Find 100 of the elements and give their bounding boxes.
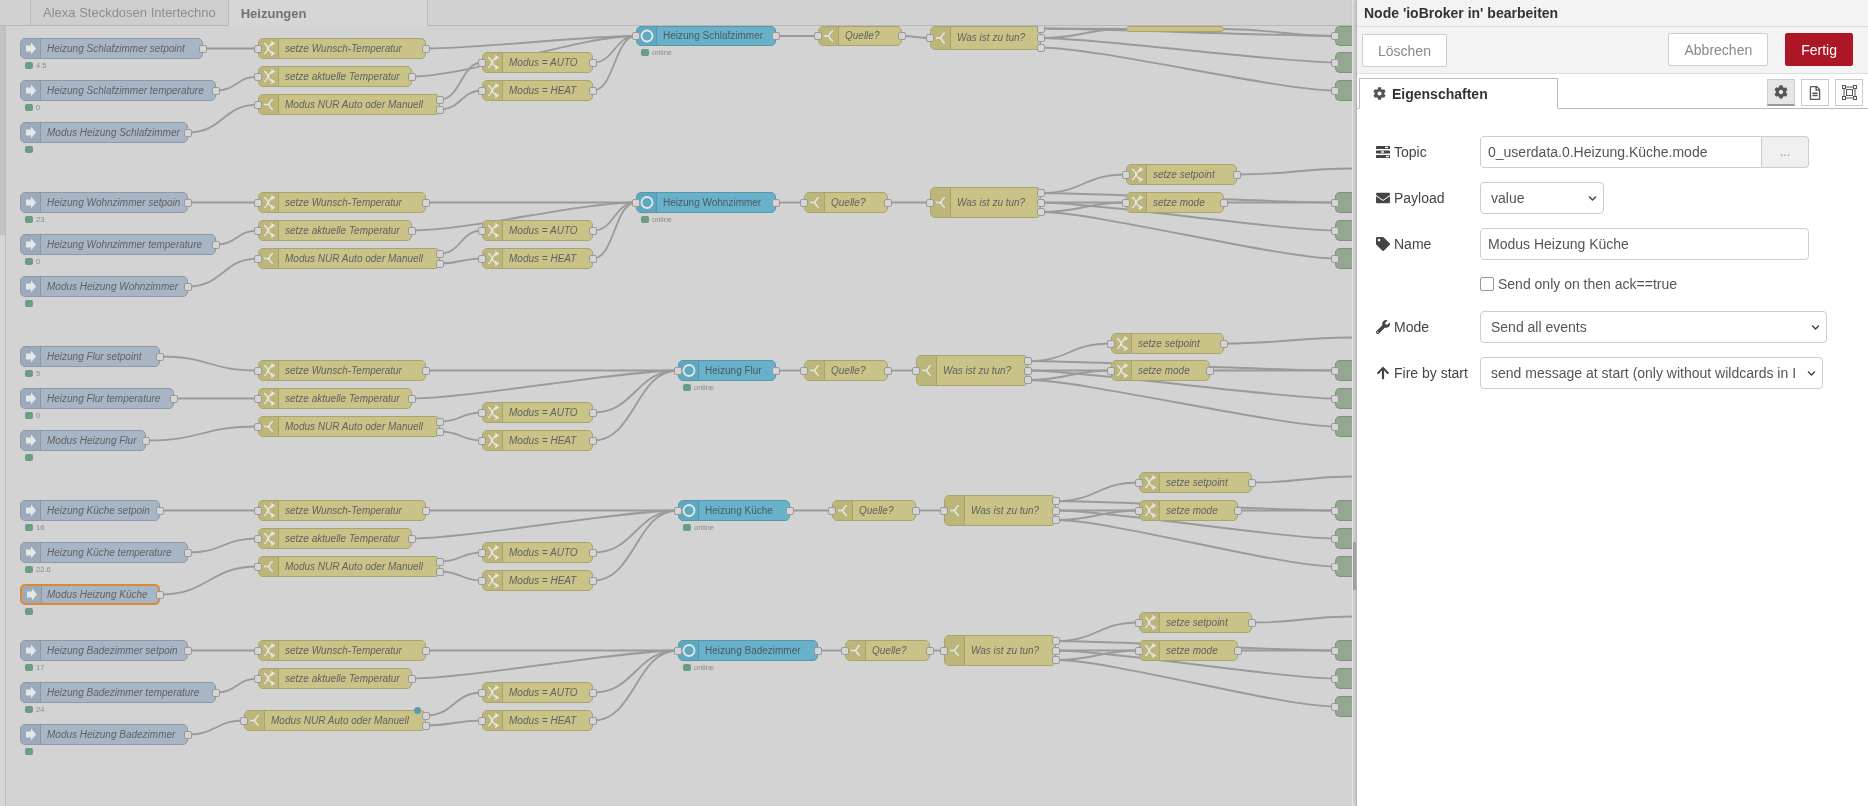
topic-input[interactable]: 0_userdata.0.Heizung.Küche.mode <box>1480 136 1762 168</box>
port-handle[interactable] <box>926 198 934 207</box>
port-handle[interactable] <box>199 44 207 53</box>
switch-node[interactable]: Quelle? <box>832 500 916 521</box>
switch-node[interactable]: Was ist zu tun? <box>944 495 1056 526</box>
port-handle[interactable] <box>589 86 597 95</box>
input-node[interactable]: Heizung Flur temperature <box>20 388 174 409</box>
flow-tab[interactable]: Heizungen <box>227 0 428 26</box>
resize-handle[interactable] <box>1353 542 1356 590</box>
port-handle[interactable] <box>408 394 416 403</box>
port-handle[interactable] <box>674 366 682 375</box>
change-node[interactable]: setze setpoint <box>1111 333 1224 354</box>
port-handle[interactable] <box>1331 254 1339 263</box>
change-node[interactable]: setze Wunsch-Temperatur <box>258 192 426 213</box>
change-node[interactable]: setze mode <box>1139 500 1238 521</box>
port-handle[interactable] <box>478 408 486 417</box>
port-handle[interactable] <box>772 198 780 207</box>
port-handle[interactable] <box>254 674 262 683</box>
port-handle[interactable] <box>254 44 262 53</box>
port-handle[interactable] <box>1331 366 1339 375</box>
change-node[interactable]: Modus = AUTO <box>482 542 593 563</box>
port-handle[interactable] <box>254 394 262 403</box>
port-handle[interactable] <box>408 534 416 543</box>
port-handle[interactable] <box>589 716 597 725</box>
name-input[interactable]: Modus Heizung Küche <box>1480 228 1809 260</box>
port-handle[interactable] <box>1135 646 1143 655</box>
port-handle[interactable] <box>589 436 597 445</box>
port-handle[interactable] <box>1107 339 1115 348</box>
port-handle[interactable] <box>478 436 486 445</box>
change-node[interactable]: Modus = HEAT <box>482 710 593 731</box>
change-node[interactable]: setze Wunsch-Temperatur <box>258 500 426 521</box>
port-handle[interactable] <box>254 534 262 543</box>
port-handle[interactable] <box>814 32 822 40</box>
change-node[interactable]: setze Wunsch-Temperatur <box>258 640 426 661</box>
port-handle[interactable] <box>674 646 682 655</box>
switch-node[interactable]: Modus NUR Auto oder Manuell <box>258 416 440 437</box>
port-handle[interactable] <box>1135 618 1143 627</box>
port-handle[interactable] <box>926 34 934 42</box>
port-handle[interactable] <box>408 226 416 235</box>
port-handle[interactable] <box>212 688 220 697</box>
port-handle[interactable] <box>674 506 682 515</box>
change-node[interactable]: Modus = HEAT <box>482 248 593 269</box>
port-handle[interactable] <box>898 32 906 40</box>
port-handle[interactable] <box>884 198 892 207</box>
sidebar-tab-button[interactable] <box>1835 79 1863 106</box>
port-handle[interactable] <box>1331 226 1339 235</box>
port-handle[interactable] <box>1107 366 1115 375</box>
change-node[interactable]: setze setpoint <box>1139 472 1252 493</box>
port-handle[interactable] <box>478 716 486 725</box>
change-node[interactable]: setze Wunsch-Temperatur <box>258 360 426 381</box>
change-node[interactable] <box>1126 26 1224 32</box>
port-handle[interactable] <box>184 548 192 557</box>
port-handle[interactable] <box>1248 618 1256 627</box>
change-node[interactable]: Modus = AUTO <box>482 402 593 423</box>
port-handle[interactable] <box>814 646 822 655</box>
port-handle[interactable] <box>478 688 486 697</box>
input-node[interactable]: Heizung Flur setpoint <box>20 346 160 367</box>
port-handle[interactable] <box>589 408 597 417</box>
input-node[interactable]: Heizung Wohnzimmer setpoin <box>20 192 188 213</box>
port-handle[interactable] <box>1331 32 1339 40</box>
device-node[interactable]: Heizung Wohnzimmer <box>636 192 776 213</box>
port-handle[interactable] <box>1122 198 1130 207</box>
port-handle[interactable] <box>589 688 597 697</box>
port-handle[interactable] <box>422 44 430 53</box>
switch-node[interactable]: Quelle? <box>804 192 888 213</box>
port-handle[interactable] <box>1331 198 1339 207</box>
port-handle[interactable] <box>156 506 164 515</box>
port-handle[interactable] <box>156 352 164 361</box>
port-handle[interactable] <box>1331 506 1339 515</box>
port-handle[interactable] <box>1331 562 1339 571</box>
port-handle[interactable] <box>1233 170 1241 179</box>
port-handle[interactable] <box>422 198 430 207</box>
editor-tab[interactable]: Eigenschaften <box>1359 78 1558 109</box>
port-handle[interactable] <box>254 72 262 81</box>
port-handle[interactable] <box>184 646 192 655</box>
port-handle[interactable] <box>1220 339 1228 348</box>
port-handle[interactable] <box>589 548 597 557</box>
port-handle[interactable] <box>254 100 262 109</box>
change-node[interactable]: Modus = HEAT <box>482 80 593 101</box>
input-node[interactable]: Modus Heizung Wohnzimmer <box>20 276 188 297</box>
port-handle[interactable] <box>142 436 150 445</box>
port-handle[interactable] <box>478 226 486 235</box>
switch-node[interactable]: Quelle? <box>804 360 888 381</box>
primary-button[interactable]: Fertig <box>1785 33 1853 66</box>
port-handle[interactable] <box>884 366 892 375</box>
port-handle[interactable] <box>1234 506 1242 515</box>
change-node[interactable]: setze aktuelle Temperatur <box>258 388 412 409</box>
port-handle[interactable] <box>841 646 849 655</box>
port-handle[interactable] <box>589 254 597 263</box>
port-handle[interactable] <box>800 198 808 207</box>
port-handle[interactable] <box>1331 58 1339 67</box>
port-handle[interactable] <box>254 198 262 207</box>
port-handle[interactable] <box>478 576 486 585</box>
port-handle[interactable] <box>184 730 192 739</box>
port-handle[interactable] <box>184 128 192 137</box>
port-handle[interactable] <box>772 366 780 375</box>
port-handle[interactable] <box>254 226 262 235</box>
device-node[interactable]: Heizung Flur <box>678 360 776 381</box>
port-handle[interactable] <box>254 562 262 571</box>
port-handle[interactable] <box>589 576 597 585</box>
